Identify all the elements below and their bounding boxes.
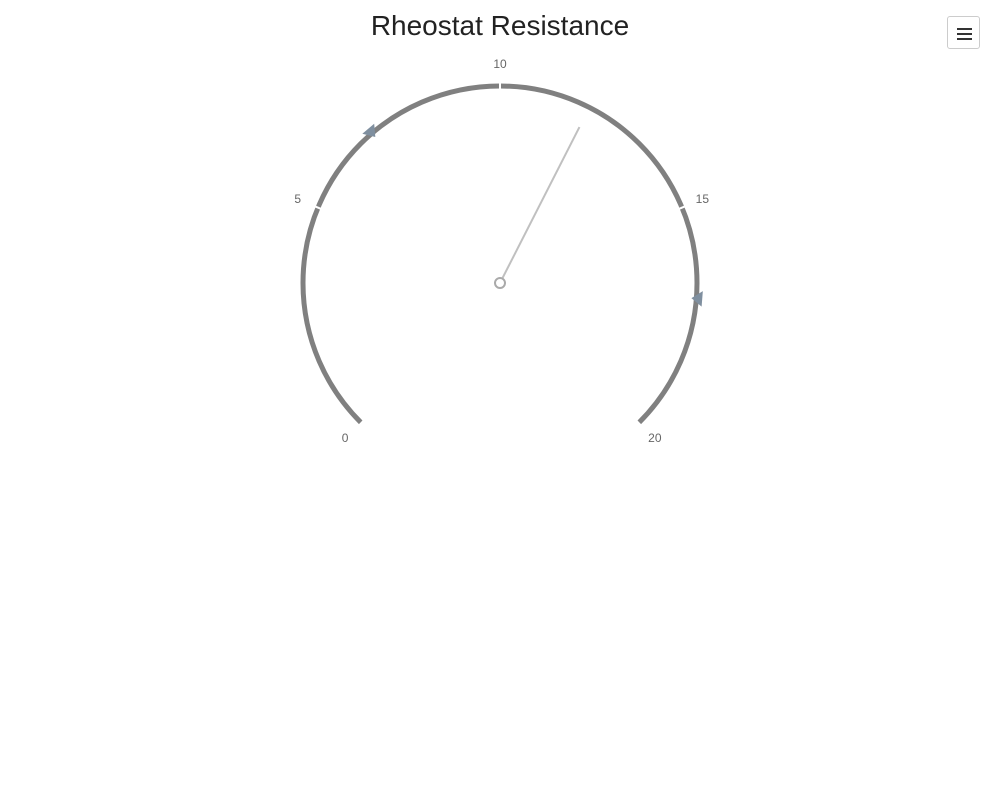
gauge-arc xyxy=(300,83,700,425)
gauge-needle xyxy=(499,126,581,284)
lower-marker xyxy=(362,123,376,138)
gauge-chart: 0 5 10 15 20 xyxy=(294,57,710,445)
gauge-pivot xyxy=(494,277,506,289)
gauge-tick-label-20: 20 xyxy=(648,431,662,445)
gauge-tick-label-5: 5 xyxy=(294,192,301,206)
gauge-tick-label-10: 10 xyxy=(493,57,507,71)
gauge-tick-label-0: 0 xyxy=(342,431,349,445)
gauge-tick-label-15: 15 xyxy=(696,192,710,206)
chart-page: Rheostat Resistance 0 5 10 15 20 xyxy=(0,0,1000,800)
